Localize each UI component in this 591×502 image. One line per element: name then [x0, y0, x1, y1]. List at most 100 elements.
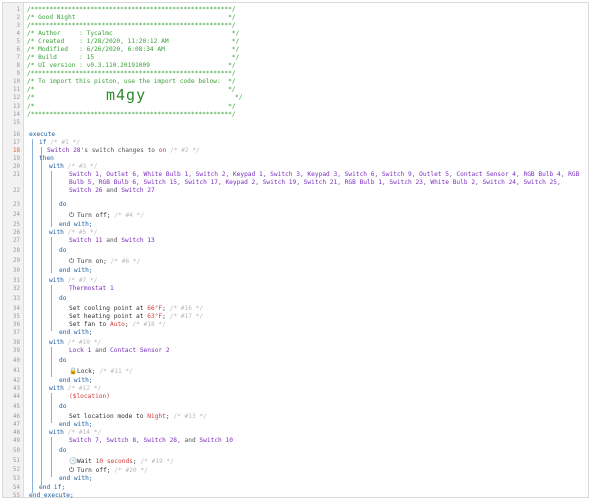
do-keyword: do — [59, 295, 67, 302]
location-target[interactable]: ($location) — [69, 393, 110, 401]
device-name: Switch 27 — [121, 187, 155, 194]
task-set-heating[interactable]: Set heating point at 63°F; /* #17 */ — [69, 313, 203, 321]
task-text: Set location mode to — [69, 413, 144, 420]
header-border-line: /***************************************… — [27, 22, 236, 29]
device-name[interactable]: Thermostat 1 — [69, 285, 114, 293]
header-created-line: /* Created : 1/28/2020, 11:20:12 AM */ — [27, 38, 240, 45]
execute-keyword[interactable]: execute — [29, 131, 55, 139]
task-text: Turn off; — [77, 212, 111, 219]
line-number: 20 — [13, 164, 20, 170]
end-with-keyword: end with; — [59, 475, 93, 482]
statement-id-comment: /* #10 */ — [67, 339, 102, 346]
line-number: 17 — [13, 140, 20, 146]
statement-id-comment: /* #1 */ — [50, 139, 80, 146]
header-blank-line: /* */ — [27, 103, 236, 110]
device-list[interactable]: Lock 1 and Contact Sensor 2 — [69, 347, 170, 355]
task-text: Wait — [77, 458, 92, 465]
header-border-line: /***************************************… — [27, 70, 236, 77]
header-title-line: /* Good Night */ — [27, 14, 236, 21]
task-set-cooling[interactable]: Set cooling point at 66°F; /* #16 */ — [69, 305, 203, 313]
do-keyword: do — [59, 201, 67, 208]
header-border-line: /***************************************… — [27, 6, 236, 13]
device-list[interactable]: Bulb 5, RGB Bulb 6, Switch 15, Switch 17… — [69, 179, 561, 187]
line-number: 38 — [13, 340, 20, 346]
and-text: and — [106, 237, 118, 244]
header-ui-version-line: /* UI version : v0.3.110.20191009 */ — [27, 62, 236, 69]
device-list[interactable]: Switch 11 and Switch 13 — [69, 237, 155, 245]
device-name: Switch 10 — [199, 437, 233, 444]
trigger-condition[interactable]: Switch 28's switch changes to on /* #2 *… — [47, 147, 200, 155]
with-statement[interactable]: with /* #12 */ — [49, 385, 101, 393]
line-number: 6 — [16, 47, 21, 53]
line-number: 40 — [13, 358, 20, 364]
device-name: Switch 13 — [121, 237, 155, 244]
device-list[interactable]: Switch 7, Switch 8, Switch 28, and Switc… — [69, 437, 233, 445]
device-list[interactable]: Switch 26 and Switch 27 — [69, 187, 155, 195]
device-name: Switch 26 — [69, 187, 103, 194]
comment-close: */ — [235, 94, 243, 101]
end-with-keyword: end with; — [59, 377, 93, 384]
with-block-bracket — [51, 393, 52, 423]
line-number-gutter: 1 2 3 4 5 6 7 8 9 10 11 12 13 14 15 16 17 18 19 20 21 22 23 24 2… — [3, 3, 24, 499]
if-statement[interactable]: if /* #1 */ — [39, 139, 80, 147]
statement-id-comment: /* #5 */ — [67, 229, 98, 236]
if-keyword: if — [39, 139, 47, 146]
task-turn-off[interactable]: ⏻ Turn off; /* #4 */ — [69, 211, 144, 220]
task-value: 66°F — [147, 305, 163, 312]
line-number: 12 — [13, 95, 20, 101]
with-block-bracket — [51, 237, 52, 273]
end-with-keyword: end with; — [59, 329, 93, 336]
statement-id-comment: /* #13 */ — [173, 413, 207, 420]
line-number: 33 — [13, 296, 20, 302]
line-number: 31 — [13, 278, 20, 284]
task-value: 10 seconds — [95, 458, 133, 465]
line-number: 13 — [13, 104, 20, 110]
task-turn-off[interactable]: ⏻ Turn off; /* #20 */ — [69, 466, 148, 475]
task-set-location-mode[interactable]: Set location mode to Night; /* #13 */ — [69, 413, 207, 421]
with-statement[interactable]: with /* #10 */ — [49, 339, 101, 347]
line-number: 29 — [13, 258, 20, 264]
line-number: 42 — [13, 378, 20, 384]
line-number: 10 — [13, 79, 20, 85]
task-value: 63°F — [147, 313, 163, 320]
line-number: 41 — [13, 368, 20, 374]
import-code[interactable]: m4gy — [106, 88, 146, 103]
task-lock[interactable]: 🔒Lock; /* #11 */ — [69, 367, 133, 376]
line-number: 11 — [13, 87, 20, 93]
power-icon: ⏻ — [69, 257, 75, 265]
line-number: 34 — [13, 306, 20, 312]
line-number: 24 — [13, 212, 20, 218]
task-text: Lock; — [77, 368, 96, 375]
task-text: Set heating point at — [69, 313, 144, 320]
line-number: 8 — [16, 63, 21, 69]
and-text: and — [106, 187, 118, 194]
task-wait[interactable]: 🕓Wait 10 seconds; /* #19 */ — [69, 457, 174, 466]
line-number: 5 — [16, 39, 21, 45]
statement-id-comment: /* #19 */ — [140, 458, 174, 465]
task-set-fan[interactable]: Set fan to Auto; /* #18 */ — [69, 321, 166, 329]
device-list[interactable]: Switch 1, Outlet 6, White Bulb 1, Switch… — [69, 171, 579, 179]
with-block-bracket — [51, 171, 52, 227]
with-statement[interactable]: with /* #5 */ — [49, 229, 97, 237]
statement-id-comment: /* #12 */ — [67, 385, 102, 392]
with-keyword: with — [49, 429, 64, 436]
line-number: 52 — [13, 467, 20, 473]
task-turn-on[interactable]: ⏻ Turn on; /* #6 */ — [69, 257, 140, 266]
statement-id-comment: /* #3 */ — [67, 163, 98, 170]
with-statement[interactable]: with /* #3 */ — [49, 163, 97, 171]
task-value: Auto — [110, 321, 125, 328]
header-import-hint-line: /* To import this piston, use the import… — [27, 78, 236, 85]
device-name: Contact Sensor 2 — [110, 347, 170, 354]
header-modified-line: /* Modified : 6/26/2020, 6:08:34 AM */ — [27, 46, 240, 53]
lock-icon: 🔒 — [69, 367, 78, 375]
line-number: 45 — [13, 404, 20, 410]
line-number: 50 — [13, 448, 20, 454]
with-keyword: with — [49, 163, 64, 170]
power-icon: ⏻ — [69, 466, 75, 474]
line-number: 4 — [16, 31, 21, 37]
with-statement[interactable]: with /* #14 */ — [49, 429, 101, 437]
line-number: 48 — [13, 430, 20, 436]
with-statement[interactable]: with /* #7 */ — [49, 277, 97, 285]
line-number: 28 — [13, 248, 20, 254]
trigger-device: Switch 28 — [47, 147, 81, 154]
